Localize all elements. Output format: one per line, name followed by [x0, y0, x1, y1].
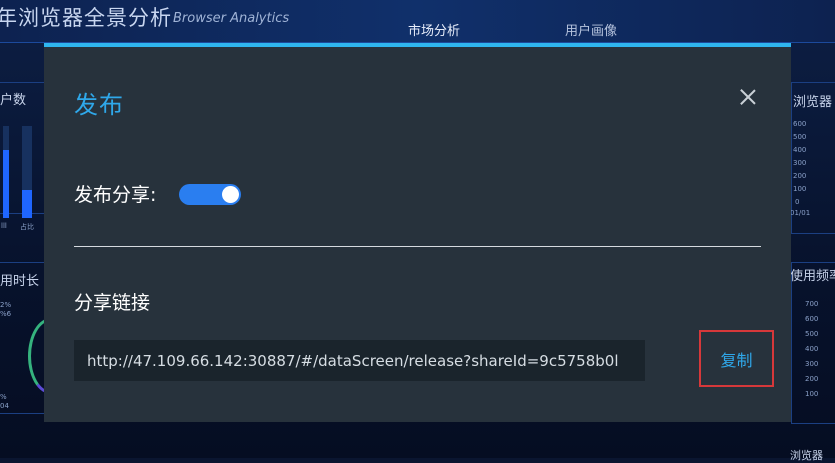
right-axis-tick: 100 — [793, 185, 807, 193]
share-toggle-label: 发布分享: — [74, 184, 157, 206]
left-pct-label: 2% — [0, 301, 12, 309]
left-pct-label: % — [0, 393, 7, 401]
dialog-title: 发布 — [74, 91, 124, 119]
right-axis-tick: 200 — [805, 375, 819, 383]
right-axis-tick: 100 — [805, 390, 819, 398]
left-bar — [3, 150, 9, 218]
tab-user-profile[interactable]: 用户画像 — [565, 20, 617, 39]
left-bar — [22, 190, 32, 218]
toggle-knob — [222, 186, 239, 203]
right-axis-tick: 200 — [793, 172, 807, 180]
right-axis-tick: 500 — [805, 330, 819, 338]
copy-button[interactable]: 复制 — [699, 330, 774, 387]
dashboard-subtitle: Browser Analytics — [173, 11, 290, 26]
left-axis-label: lll — [1, 222, 7, 230]
right-axis-date: 01/01 — [790, 209, 811, 217]
right-axis-tick: 300 — [805, 360, 819, 368]
right-axis-tick: 300 — [793, 159, 807, 167]
right-axis-tick: 500 — [793, 133, 807, 141]
right-axis-tick: 600 — [793, 120, 807, 128]
tab-market-analysis[interactable]: 市场分析 — [408, 20, 460, 39]
left-pct-label: %6 — [0, 310, 12, 318]
right-axis-tick: 600 — [805, 315, 819, 323]
dashboard-title: 年浏览器全景分析 — [0, 6, 172, 30]
divider — [74, 246, 761, 247]
left-axis-label: 占比 — [20, 223, 34, 231]
left-mid-panel-title: 用时长 — [0, 274, 40, 289]
publish-dialog: 发布 发布分享: 分享链接 复制 — [44, 43, 791, 422]
right-top-panel-title: 浏览器 — [793, 95, 833, 110]
share-toggle[interactable] — [179, 184, 241, 205]
right-axis-tick: 0 — [795, 198, 800, 206]
right-axis-tick: 400 — [805, 345, 819, 353]
right-axis-tick: 400 — [793, 146, 807, 154]
right-axis-tick: 700 — [805, 300, 819, 308]
right-bottom-panel-title: 浏览器 — [790, 449, 823, 462]
close-icon[interactable] — [736, 85, 760, 109]
right-mid-panel — [791, 262, 835, 424]
share-link-heading: 分享链接 — [74, 292, 151, 314]
left-pct-label: 04 — [0, 402, 9, 410]
right-mid-panel-title: 使用频率 — [790, 269, 835, 284]
left-top-panel-title: 户数 — [0, 93, 27, 108]
share-link-field[interactable] — [74, 340, 645, 381]
